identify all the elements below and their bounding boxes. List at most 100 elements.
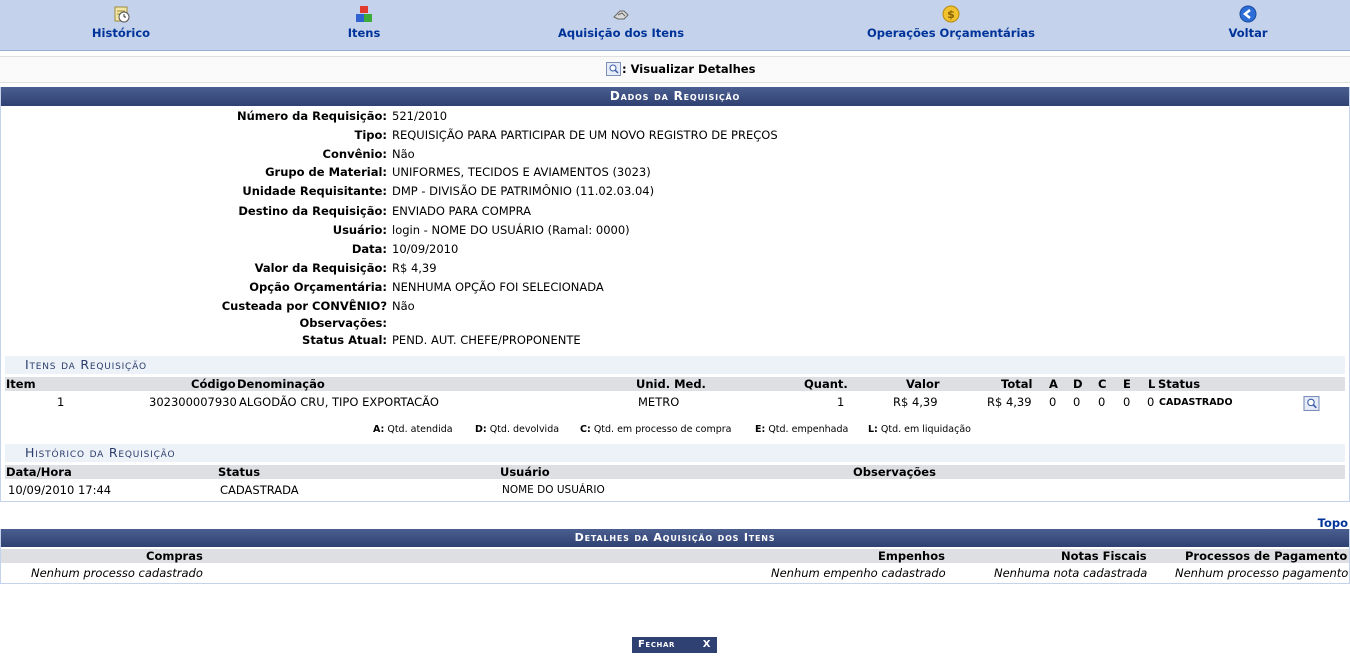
col-l: L	[1148, 377, 1156, 391]
historico-caption-text: Histórico da Requisição	[25, 445, 176, 460]
cell-data-hora: 10/09/2010 17:44	[8, 483, 112, 497]
cell-valor: R$ 4,39	[893, 395, 938, 409]
cell-d: 0	[1073, 395, 1081, 409]
field-numero: Número da Requisição: 521/2010	[1, 109, 1349, 126]
historico-table-header: Data/Hora Status Usuário Observações	[5, 465, 1345, 479]
col-e: E	[1123, 377, 1131, 391]
field-value: Não	[392, 147, 415, 161]
magnifier-icon	[606, 62, 621, 76]
legend-value: Qtd. em liquidação	[880, 424, 971, 435]
col-notas-fiscais: Notas Fiscais	[1061, 549, 1147, 563]
field-grupo-material: Grupo de Material: UNIFORMES, TECIDOS E A…	[1, 165, 1349, 182]
col-compras: Compras	[146, 549, 203, 563]
field-value: login - NOME DO USUÁRIO (Ramal: 0000)	[392, 223, 630, 237]
col-quant: Quant.	[804, 377, 848, 391]
field-label: Grupo de Material:	[265, 165, 387, 179]
field-label: Valor da Requisição:	[254, 261, 387, 275]
handshake-icon	[613, 10, 629, 20]
icon-legend: : Visualizar Detalhes	[0, 56, 1350, 83]
nav-voltar-label: Voltar	[1228, 26, 1268, 40]
cell-a: 0	[1049, 395, 1057, 409]
col-codigo: Código	[191, 377, 236, 391]
field-label: Unidade Requisitante:	[242, 184, 387, 198]
historico-table-row: 10/09/2010 17:44 CADASTRADA NOME DO USUÁ…	[5, 483, 1345, 500]
col-item: Item	[6, 377, 36, 391]
legend-key: C:	[580, 424, 591, 435]
dados-requisicao-panel: Dados da Requisição Número da Requisição…	[0, 87, 1350, 502]
cell-l: 0	[1147, 395, 1155, 409]
cell-codigo: 302300007930	[149, 395, 237, 409]
close-icon: X	[702, 639, 711, 650]
field-value: UNIFORMES, TECIDOS E AVIAMENTOS (3023)	[392, 165, 651, 179]
col-valor: Valor	[906, 377, 940, 391]
legend-e: E: Qtd. empenhada	[755, 424, 848, 435]
coin-icon: $	[942, 5, 960, 23]
nav-operacoes-label: Operações Orçamentárias	[866, 26, 1036, 40]
nav-itens[interactable]: Itens	[334, 5, 394, 40]
field-value: ENVIADO PARA COMPRA	[392, 204, 531, 218]
col-denominacao: Denominação	[237, 377, 325, 391]
field-label: Data:	[351, 242, 387, 256]
fechar-button[interactable]: Fechar X	[632, 637, 717, 653]
cell-empenhos: Nenhum empenho cadastrado	[771, 566, 946, 580]
field-custeada-convenio: Custeada por CONVÊNIO? Não	[1, 299, 1349, 316]
svg-text:$: $	[947, 8, 955, 21]
legend-label: : Visualizar Detalhes	[622, 62, 756, 76]
legend-key: L:	[868, 424, 878, 435]
legend-d: D: Qtd. devolvida	[475, 424, 559, 435]
legend-key: D:	[475, 424, 487, 435]
cubes-icon	[356, 6, 372, 22]
field-value: NENHUMA OPÇÃO FOI SELECIONADA	[392, 280, 604, 294]
legend-a: A: Qtd. atendida	[373, 424, 453, 435]
dados-requisicao-caption: Dados da Requisição	[1, 87, 1349, 106]
top-navigation: Histórico Itens Aquisição dos Itens $ Op…	[0, 0, 1350, 51]
field-label: Convênio:	[322, 147, 387, 161]
aquisicao-panel: Detalhes da Aquisição dos Itens Compras …	[0, 529, 1350, 584]
itens-caption: Itens da Requisição	[5, 356, 1345, 374]
field-label: Usuário:	[332, 223, 387, 237]
cell-c: 0	[1098, 395, 1106, 409]
field-valor: Valor da Requisição: R$ 4,39	[1, 261, 1349, 278]
field-label: Custeada por CONVÊNIO?	[221, 299, 387, 313]
aquisicao-table-header: Compras Empenhos Notas Fiscais Processos…	[1, 549, 1349, 563]
clock-document-icon	[114, 6, 130, 23]
nav-aquisicao-itens[interactable]: Aquisição dos Itens	[552, 5, 690, 40]
cell-item: 1	[57, 395, 65, 409]
col-empenhos: Empenhos	[878, 549, 945, 563]
field-value: R$ 4,39	[392, 261, 437, 275]
cell-total: R$ 4,39	[987, 395, 1032, 409]
field-label: Observações:	[299, 316, 387, 330]
field-value: PEND. AUT. CHEFE/PROPONENTE	[392, 333, 581, 347]
col-data-hora: Data/Hora	[6, 465, 72, 479]
nav-voltar[interactable]: Voltar	[1218, 5, 1278, 40]
legend-key: E:	[755, 424, 766, 435]
col-unid-med: Unid. Med.	[636, 377, 706, 391]
field-value: Não	[392, 299, 415, 313]
nav-operacoes-orcamentarias[interactable]: $ Operações Orçamentárias	[862, 5, 1040, 40]
col-d: D	[1073, 377, 1083, 391]
view-details-button[interactable]	[1303, 396, 1320, 414]
nav-historico[interactable]: Histórico	[86, 5, 156, 40]
nav-historico-label: Histórico	[91, 26, 151, 40]
col-status: Status	[218, 465, 261, 479]
cell-status: CADASTRADO	[1159, 397, 1233, 408]
cell-usuario: NOME DO USUÁRIO	[502, 484, 605, 496]
topo-link[interactable]: Topo	[1318, 516, 1348, 530]
magnifier-icon	[1303, 396, 1320, 411]
legend-value: Qtd. atendida	[387, 424, 453, 435]
field-destino: Destino da Requisição: ENVIADO PARA COMPR…	[1, 204, 1349, 221]
col-processos-pagamento: Processos de Pagamento	[1185, 549, 1348, 563]
legend-l: L: Qtd. em liquidação	[868, 424, 971, 435]
legend-key: A:	[373, 424, 385, 435]
cell-status: CADASTRADA	[220, 483, 299, 497]
cell-denominacao: ALGODÃO CRU, TIPO EXPORTACÃO	[239, 395, 439, 409]
field-label: Destino da Requisição:	[238, 204, 387, 218]
nav-aquisicao-label: Aquisição dos Itens	[557, 26, 685, 40]
itens-caption-text: Itens da Requisição	[25, 357, 147, 372]
fechar-label: Fechar	[638, 639, 676, 650]
col-c: C	[1098, 377, 1107, 391]
aquisicao-table-row: Nenhum processo cadastrado Nenhum empenh…	[1, 566, 1349, 582]
field-convenio: Convênio: Não	[1, 147, 1349, 164]
col-status: Status	[1158, 377, 1201, 391]
field-label: Tipo:	[354, 128, 387, 142]
